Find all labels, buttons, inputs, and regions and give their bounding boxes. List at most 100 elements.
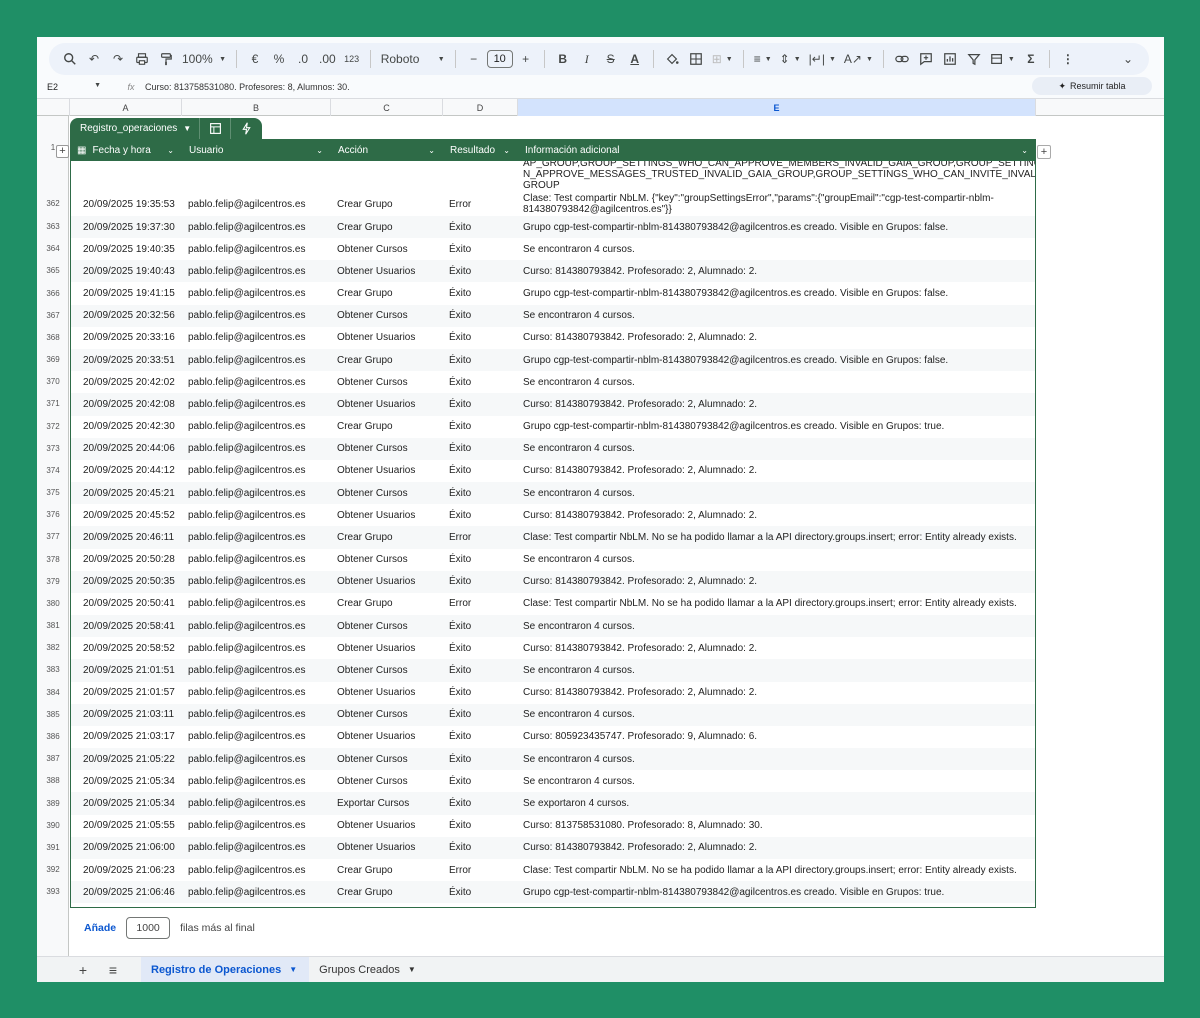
cell-result[interactable]: Éxito <box>449 770 519 792</box>
percent-format-button[interactable]: % <box>268 47 290 71</box>
table-row[interactable]: 20/09/2025 20:50:28 pablo.felip@agilcentr… <box>71 549 1035 571</box>
row-header[interactable]: 369 <box>37 355 69 364</box>
cell-info[interactable]: Se encontraron 4 cursos. <box>523 704 1029 726</box>
cell-date[interactable]: 20/09/2025 20:58:52 <box>83 637 183 659</box>
cell-date[interactable]: 20/09/2025 20:32:56 <box>83 305 183 327</box>
cell-info[interactable]: Se exportaron 4 cursos. <box>523 792 1029 814</box>
cell-info[interactable]: Se encontraron 4 cursos. <box>523 748 1029 770</box>
cell-info[interactable]: Se encontraron 4 cursos. <box>523 659 1029 681</box>
cell-action[interactable]: Crear Grupo <box>337 881 444 903</box>
header-usuario[interactable]: Usuario ⌄ <box>182 139 331 161</box>
decrease-decimals-button[interactable]: .0 <box>292 47 314 71</box>
row-header[interactable]: 389 <box>37 799 69 808</box>
fill-color-icon[interactable] <box>661 47 683 71</box>
cell-action[interactable]: Obtener Cursos <box>337 438 444 460</box>
cell-info[interactable]: Se encontraron 4 cursos. <box>523 438 1029 460</box>
row-header[interactable]: 387 <box>37 754 69 763</box>
cell-action[interactable]: Obtener Cursos <box>337 615 444 637</box>
cell-user[interactable]: pablo.felip@agilcentros.es <box>188 792 332 814</box>
table-row[interactable]: 20/09/2025 19:35:53 pablo.felip@agilcentr… <box>71 192 1035 216</box>
table-row[interactable]: 20/09/2025 20:33:16 pablo.felip@agilcentr… <box>71 327 1035 349</box>
cell-action[interactable]: Obtener Usuarios <box>337 260 444 282</box>
cell-info[interactable]: Curso: 814380793842. Profesorado: 2, Alu… <box>523 571 1029 593</box>
cell-result[interactable]: Error <box>449 859 519 881</box>
cell-date[interactable]: 20/09/2025 20:45:21 <box>83 482 183 504</box>
cell-result[interactable]: Éxito <box>449 571 519 593</box>
row-header[interactable]: 393 <box>37 887 69 896</box>
cell-result[interactable]: Éxito <box>449 837 519 859</box>
row-header[interactable]: 384 <box>37 688 69 697</box>
cell-info[interactable]: Grupo cgp-test-compartir-nblm-8143807938… <box>523 283 1029 305</box>
text-color-icon[interactable]: A <box>624 47 646 71</box>
cell-action[interactable]: Obtener Usuarios <box>337 571 444 593</box>
cell-action[interactable]: Crear Grupo <box>337 859 444 881</box>
cell-date[interactable]: 20/09/2025 19:35:53 <box>83 192 183 216</box>
column-header-c[interactable]: C <box>331 99 443 116</box>
table-row-partial[interactable]: AP_GROUP,GROUP_SETTINGS_WHO_CAN_APPROVE_… <box>71 161 1035 192</box>
lightning-icon[interactable] <box>231 118 262 139</box>
filter-views-icon[interactable]: ▼ <box>987 47 1018 71</box>
cell-result[interactable]: Éxito <box>449 393 519 415</box>
text-wrapping-icon[interactable]: |↵| ▼ <box>806 47 839 71</box>
cell-user[interactable]: pablo.felip@agilcentros.es <box>188 393 332 415</box>
cell-action[interactable]: Obtener Cursos <box>337 371 444 393</box>
table-view-icon[interactable] <box>200 118 232 139</box>
cell-info[interactable]: Clase: Test compartir NbLM. No se ha pod… <box>523 859 1029 881</box>
cell-result[interactable]: Éxito <box>449 216 519 238</box>
table-row[interactable]: 20/09/2025 21:06:23 pablo.felip@agilcentr… <box>71 859 1035 881</box>
cell-date[interactable]: 20/09/2025 21:03:17 <box>83 726 183 748</box>
cell-action[interactable]: Crear Grupo <box>337 349 444 371</box>
cell-date[interactable]: 20/09/2025 19:40:35 <box>83 238 183 260</box>
table-row[interactable]: 20/09/2025 20:58:52 pablo.felip@agilcentr… <box>71 637 1035 659</box>
cell-info[interactable]: Curso: 814380793842. Profesorado: 2, Alu… <box>523 260 1029 282</box>
cell-action[interactable]: Obtener Usuarios <box>337 327 444 349</box>
borders-icon[interactable] <box>685 47 707 71</box>
cell-result[interactable]: Éxito <box>449 482 519 504</box>
row-header[interactable]: 376 <box>37 510 69 519</box>
cell-result[interactable]: Éxito <box>449 260 519 282</box>
insert-link-icon[interactable] <box>891 47 913 71</box>
more-formats-button[interactable]: 123 <box>341 47 363 71</box>
cell-user[interactable]: pablo.felip@agilcentros.es <box>188 593 332 615</box>
cell-info[interactable]: Grupo cgp-test-compartir-nblm-8143807938… <box>523 881 1029 903</box>
insert-chart-icon[interactable] <box>939 47 961 71</box>
cell-result[interactable]: Éxito <box>449 792 519 814</box>
row-header[interactable]: 371 <box>37 399 69 408</box>
cell-user[interactable]: pablo.felip@agilcentros.es <box>188 260 332 282</box>
cell-result[interactable]: Error <box>449 526 519 548</box>
cell-date[interactable]: 20/09/2025 21:03:11 <box>83 704 183 726</box>
cell-user[interactable]: pablo.felip@agilcentros.es <box>188 704 332 726</box>
row-header[interactable]: 379 <box>37 577 69 586</box>
cell-result[interactable]: Éxito <box>449 283 519 305</box>
row-header[interactable]: 388 <box>37 776 69 785</box>
cell-action[interactable]: Obtener Cursos <box>337 238 444 260</box>
cell-action[interactable]: Obtener Cursos <box>337 704 444 726</box>
cell-date[interactable]: 20/09/2025 20:42:30 <box>83 416 183 438</box>
more-options-icon[interactable]: ⋮ <box>1057 47 1079 71</box>
functions-icon[interactable]: Σ <box>1020 47 1042 71</box>
table-row[interactable]: 20/09/2025 20:45:52 pablo.felip@agilcentr… <box>71 504 1035 526</box>
increase-font-size-button[interactable]: + <box>515 47 537 71</box>
cell-user[interactable]: pablo.felip@agilcentros.es <box>188 637 332 659</box>
cell-result[interactable]: Éxito <box>449 659 519 681</box>
row-header[interactable]: 374 <box>37 466 69 475</box>
table-row[interactable]: 20/09/2025 19:41:15 pablo.felip@agilcentr… <box>71 283 1035 305</box>
column-header-b[interactable]: B <box>182 99 331 116</box>
cell-action[interactable]: Crear Grupo <box>337 283 444 305</box>
row-header[interactable]: 383 <box>37 665 69 674</box>
table-row[interactable]: 20/09/2025 21:05:34 pablo.felip@agilcentr… <box>71 770 1035 792</box>
cell-date[interactable]: 20/09/2025 20:44:12 <box>83 460 183 482</box>
table-row[interactable]: 20/09/2025 19:40:43 pablo.felip@agilcentr… <box>71 260 1035 283</box>
insert-comment-icon[interactable] <box>915 47 937 71</box>
cell-result[interactable]: Éxito <box>449 881 519 903</box>
cell-action[interactable]: Obtener Usuarios <box>337 837 444 859</box>
row-header[interactable]: 362 <box>37 199 69 208</box>
cell-date[interactable]: 20/09/2025 21:05:34 <box>83 770 183 792</box>
row-header[interactable]: 365 <box>37 266 69 275</box>
cell-info[interactable]: Curso: 814380793842. Profesorado: 2, Alu… <box>523 460 1029 482</box>
formula-input[interactable]: Curso: 813758531080. Profesores: 8, Alum… <box>141 82 1164 92</box>
cell-action[interactable]: Crear Grupo <box>337 593 444 615</box>
column-header-e[interactable]: E <box>518 99 1036 116</box>
row-header[interactable]: 391 <box>37 843 69 852</box>
cell-user[interactable]: pablo.felip@agilcentros.es <box>188 615 332 637</box>
